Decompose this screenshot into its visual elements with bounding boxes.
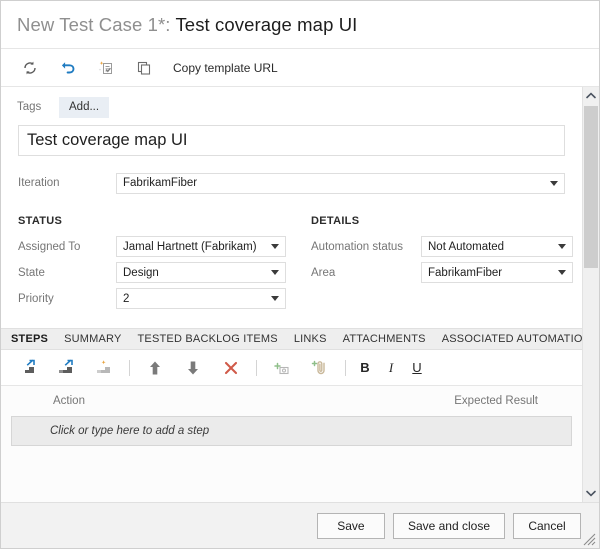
automation-status-label: Automation status: [311, 240, 404, 253]
tab-tested-backlog-items[interactable]: TESTED BACKLOG ITEMS: [138, 333, 278, 345]
copy-template-url-link[interactable]: Copy template URL: [173, 61, 278, 75]
vertical-scrollbar[interactable]: [582, 87, 599, 502]
tab-links[interactable]: LINKS: [294, 333, 327, 345]
automation-status-dropdown[interactable]: Not Automated: [421, 236, 573, 257]
form-scroll-region: Tags Add... Iteration FabrikamFiber: [1, 87, 599, 502]
work-item-dialog: New Test Case 1*: Test coverage map UI C…: [0, 0, 600, 549]
column-header-expected-result: Expected Result: [454, 395, 538, 407]
tags-label: Tags: [17, 101, 42, 113]
command-toolbar: Copy template URL: [1, 49, 599, 87]
field-row-priority: Priority 2: [18, 288, 311, 309]
chevron-down-icon: [269, 244, 285, 249]
iteration-label: Iteration: [18, 177, 60, 189]
assigned-to-label: Assigned To: [18, 240, 81, 253]
undo-icon[interactable]: [49, 53, 87, 83]
details-group: DETAILS Automation status Not Automated …: [311, 215, 573, 314]
assigned-to-dropdown[interactable]: Jamal Hartnett (Fabrikam): [116, 236, 286, 257]
page-title-main: Test coverage map UI: [175, 13, 358, 35]
state-label: State: [18, 266, 45, 279]
iteration-value: FabrikamFiber: [123, 177, 198, 189]
create-shared-steps-icon[interactable]: [85, 354, 123, 382]
page-title: New Test Case 1*: Test coverage map UI: [17, 14, 357, 36]
title-field-wrapper: [1, 123, 582, 156]
add-tag-button[interactable]: Add...: [59, 96, 110, 118]
refresh-icon[interactable]: [11, 53, 49, 83]
dialog-footer: Save Save and close Cancel: [1, 502, 599, 548]
tags-row: Tags Add...: [1, 91, 582, 123]
tab-strip: STEPS SUMMARY TESTED BACKLOG ITEMS LINKS…: [1, 328, 582, 350]
scrollbar-thumb[interactable]: [584, 106, 598, 268]
state-value: Design: [123, 266, 159, 279]
insert-step-icon[interactable]: [9, 354, 47, 382]
field-row-area: Area FabrikamFiber: [311, 262, 573, 283]
delete-icon[interactable]: [212, 354, 250, 382]
steps-toolbar: B I U: [1, 350, 582, 386]
toolbar-separator: [129, 359, 130, 376]
italic-button[interactable]: I: [378, 356, 404, 380]
area-value: FabrikamFiber: [428, 266, 503, 279]
cancel-button[interactable]: Cancel: [513, 512, 581, 539]
add-step-row[interactable]: Click or type here to add a step: [11, 416, 572, 446]
attach-file-icon[interactable]: [301, 354, 339, 382]
move-down-icon[interactable]: [174, 354, 212, 382]
area-label: Area: [311, 266, 336, 279]
move-up-icon[interactable]: [136, 354, 174, 382]
add-step-placeholder: Click or type here to add a step: [50, 425, 210, 437]
underline-button[interactable]: U: [404, 356, 430, 380]
chevron-down-icon: [269, 296, 285, 301]
details-group-header: DETAILS: [311, 215, 360, 227]
priority-label: Priority: [18, 292, 54, 305]
steps-grid-header: Action Expected Result: [9, 386, 574, 416]
field-row-automation-status: Automation status Not Automated: [311, 236, 573, 257]
scroll-up-button[interactable]: [583, 87, 599, 104]
chevron-down-icon: [556, 244, 572, 249]
tab-attachments[interactable]: ATTACHMENTS: [343, 333, 426, 345]
priority-value: 2: [123, 292, 130, 305]
scrollbar-track[interactable]: [583, 104, 599, 485]
toolbar-separator: [345, 359, 346, 376]
dialog-titlebar: New Test Case 1*: Test coverage map UI: [1, 1, 599, 49]
state-dropdown[interactable]: Design: [116, 262, 286, 283]
steps-grid: Action Expected Result Click or type her…: [1, 386, 582, 502]
chevron-down-icon: [556, 270, 572, 275]
create-template-icon[interactable]: [87, 53, 125, 83]
chevron-down-icon: [548, 180, 564, 186]
save-button[interactable]: Save: [316, 512, 385, 539]
iteration-dropdown[interactable]: FabrikamFiber: [116, 172, 565, 194]
status-group: STATUS Assigned To Jamal Hartnett (Fabri…: [18, 215, 311, 314]
field-groups: STATUS Assigned To Jamal Hartnett (Fabri…: [1, 201, 582, 314]
tab-associated-automation[interactable]: ASSOCIATED AUTOMATION: [442, 333, 582, 345]
assigned-to-value: Jamal Hartnett (Fabrikam): [123, 240, 257, 253]
priority-dropdown[interactable]: 2: [116, 288, 286, 309]
field-row-assigned-to: Assigned To Jamal Hartnett (Fabrikam): [18, 236, 311, 257]
work-item-form: Tags Add... Iteration FabrikamFiber: [1, 87, 582, 502]
field-row-state: State Design: [18, 262, 311, 283]
automation-status-value: Not Automated: [428, 240, 505, 253]
bold-button[interactable]: B: [352, 356, 378, 380]
area-dropdown[interactable]: FabrikamFiber: [421, 262, 573, 283]
insert-shared-steps-icon[interactable]: [47, 354, 85, 382]
resize-grip-icon[interactable]: [583, 533, 596, 546]
insert-parameter-icon[interactable]: [263, 354, 301, 382]
copy-icon[interactable]: [125, 53, 163, 83]
toolbar-separator: [256, 359, 257, 376]
tab-summary[interactable]: SUMMARY: [64, 333, 121, 345]
status-group-header: STATUS: [18, 215, 63, 227]
tab-steps[interactable]: STEPS: [11, 333, 48, 345]
scroll-down-button[interactable]: [583, 485, 599, 502]
title-input[interactable]: [18, 125, 565, 156]
save-and-close-button[interactable]: Save and close: [392, 512, 505, 539]
chevron-down-icon: [269, 270, 285, 275]
iteration-row: Iteration FabrikamFiber: [1, 165, 582, 201]
page-title-prefix: New Test Case 1*:: [17, 13, 176, 35]
column-header-action: Action: [53, 395, 85, 407]
